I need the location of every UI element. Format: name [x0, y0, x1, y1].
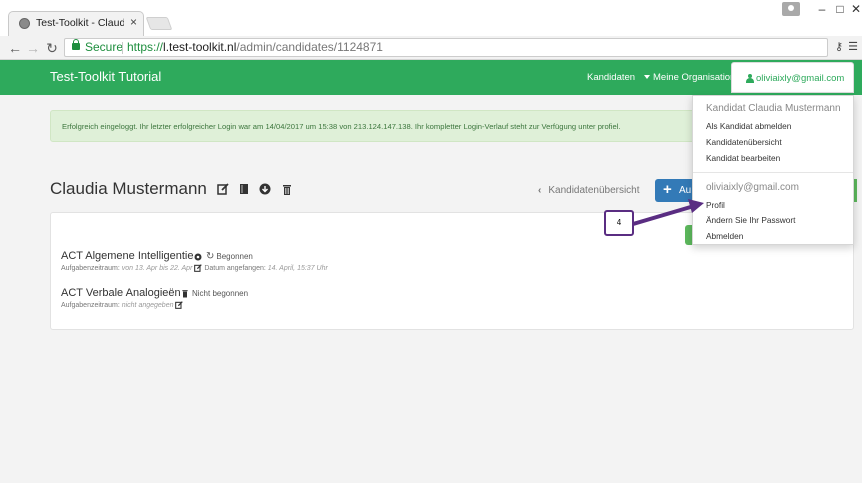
menu-item-passwort-aendern[interactable]: Ändern Sie Ihr Passwort: [706, 215, 795, 225]
edit-icon[interactable]: [217, 183, 229, 195]
menu-item-kandidatenuebersicht[interactable]: Kandidatenübersicht: [706, 137, 782, 147]
test-title[interactable]: ACT Algemene Intelligentie: [61, 250, 194, 262]
nav-meine-organisation[interactable]: Meine Organisation: [644, 72, 735, 83]
close-window-button[interactable]: ✕: [846, 1, 862, 17]
refresh-icon: ↻: [206, 251, 215, 262]
test-meta: Aufgabenzeitraum: nicht angegeben: [61, 301, 184, 309]
add-button-label: Au: [679, 185, 692, 196]
brand-title[interactable]: Test-Toolkit Tutorial: [50, 69, 161, 84]
menu-item-abmelden[interactable]: Abmelden: [706, 231, 743, 241]
app-navbar: Test-Toolkit Tutorial Kandidaten Meine O…: [0, 60, 862, 95]
meta-value: von 13. Apr bis 22. Apr: [121, 264, 193, 272]
meta-value: nicht angegeben: [121, 301, 174, 309]
address-bar[interactable]: Secure https://l.test-toolkit.nl/admin/c…: [64, 38, 828, 57]
status-label: Begonnen: [216, 252, 253, 261]
test-meta: Aufgabenzeitraum: von 13. Apr bis 22. Ap…: [61, 264, 328, 272]
book-icon[interactable]: [238, 183, 250, 195]
key-icon[interactable]: ⚷: [832, 40, 846, 54]
dropdown-divider: [693, 172, 853, 173]
url-path: /admin/candidates/1124871: [236, 40, 383, 54]
candidate-name: Claudia Mustermann: [50, 179, 207, 198]
new-tab-button[interactable]: [145, 17, 173, 30]
url-scheme: https://: [127, 40, 164, 54]
user-dropdown-menu: Kandidat Claudia Mustermann Als Kandidat…: [692, 95, 854, 245]
meta-label: Aufgabenzeitraum:: [61, 264, 120, 272]
url-host: l.test-toolkit.nl: [163, 40, 237, 54]
status-label: Nicht begonnen: [192, 289, 249, 298]
user-email: oliviaixly@gmail.com: [756, 73, 845, 84]
back-link-label: Kandidatenübersicht: [548, 185, 640, 196]
back-arrow-icon[interactable]: ←: [6, 39, 24, 57]
chevron-left-icon: ‹: [538, 185, 542, 196]
secure-label: Secure: [85, 40, 124, 54]
translate-icon[interactable]: ☰: [846, 40, 860, 54]
url-text: https://l.test-toolkit.nl/admin/candidat…: [127, 39, 383, 56]
tab-title: Test-Toolkit - Claudia Mu: [36, 17, 124, 29]
tab-close-icon[interactable]: ×: [130, 15, 137, 29]
browser-tab[interactable]: Test-Toolkit - Claudia Mu ×: [8, 11, 144, 36]
plus-icon: +: [663, 181, 672, 198]
test-status: Nicht begonnen: [181, 289, 248, 298]
meta-label: Aufgabenzeitraum:: [61, 301, 120, 309]
forward-arrow-icon[interactable]: →: [24, 39, 42, 57]
annotation-badge: 4: [604, 210, 634, 236]
menu-item-als-kandidat-abmelden[interactable]: Als Kandidat abmelden: [706, 121, 791, 131]
back-to-candidates-link[interactable]: ‹ Kandidatenübersicht: [538, 185, 640, 196]
lock-icon: [72, 39, 80, 50]
trash-icon[interactable]: [181, 289, 189, 298]
add-test-button[interactable]: + Au: [655, 179, 695, 202]
user-menu-toggle[interactable]: oliviaixly@gmail.com: [731, 62, 854, 93]
address-separator: [122, 42, 123, 54]
user-icon: [746, 74, 754, 83]
menu-item-profil[interactable]: Profil: [706, 200, 725, 210]
started-label: Datum angefangen:: [204, 264, 266, 272]
download-icon[interactable]: [259, 183, 271, 195]
edit-icon[interactable]: [194, 264, 203, 272]
edit-icon[interactable]: [175, 301, 184, 309]
started-value: 14. April, 15:37 Uhr: [267, 264, 328, 272]
test-status: ↻ Begonnen: [206, 251, 253, 262]
annotation-number: 4: [616, 218, 622, 227]
minimize-button[interactable]: –: [812, 1, 832, 17]
favicon-icon: [19, 18, 30, 29]
nav-meine-organisation-label: Meine Organisation: [653, 72, 736, 83]
browser-toolbar: ← → ↻ Secure https://l.test-toolkit.nl/a…: [0, 36, 862, 60]
reload-icon[interactable]: ↻: [43, 39, 61, 57]
alert-text: Erfolgreich eingeloggt. Ihr letzter erfo…: [62, 122, 621, 131]
nav-kandidaten[interactable]: Kandidaten: [587, 72, 635, 83]
menu-item-kandidat-bearbeiten[interactable]: Kandidat bearbeiten: [706, 153, 780, 163]
caret-down-icon: [644, 75, 650, 80]
trash-icon[interactable]: [281, 183, 293, 195]
dropdown-user-header: oliviaixly@gmail.com: [706, 182, 799, 193]
test-title[interactable]: ACT Verbale Analogieën: [61, 287, 181, 299]
settings-icon[interactable]: [194, 253, 202, 261]
browser-tabstrip: Test-Toolkit - Claudia Mu × – □ ✕: [0, 0, 862, 36]
profile-icon[interactable]: [782, 2, 800, 16]
dropdown-candidate-header: Kandidat Claudia Mustermann: [706, 103, 841, 114]
